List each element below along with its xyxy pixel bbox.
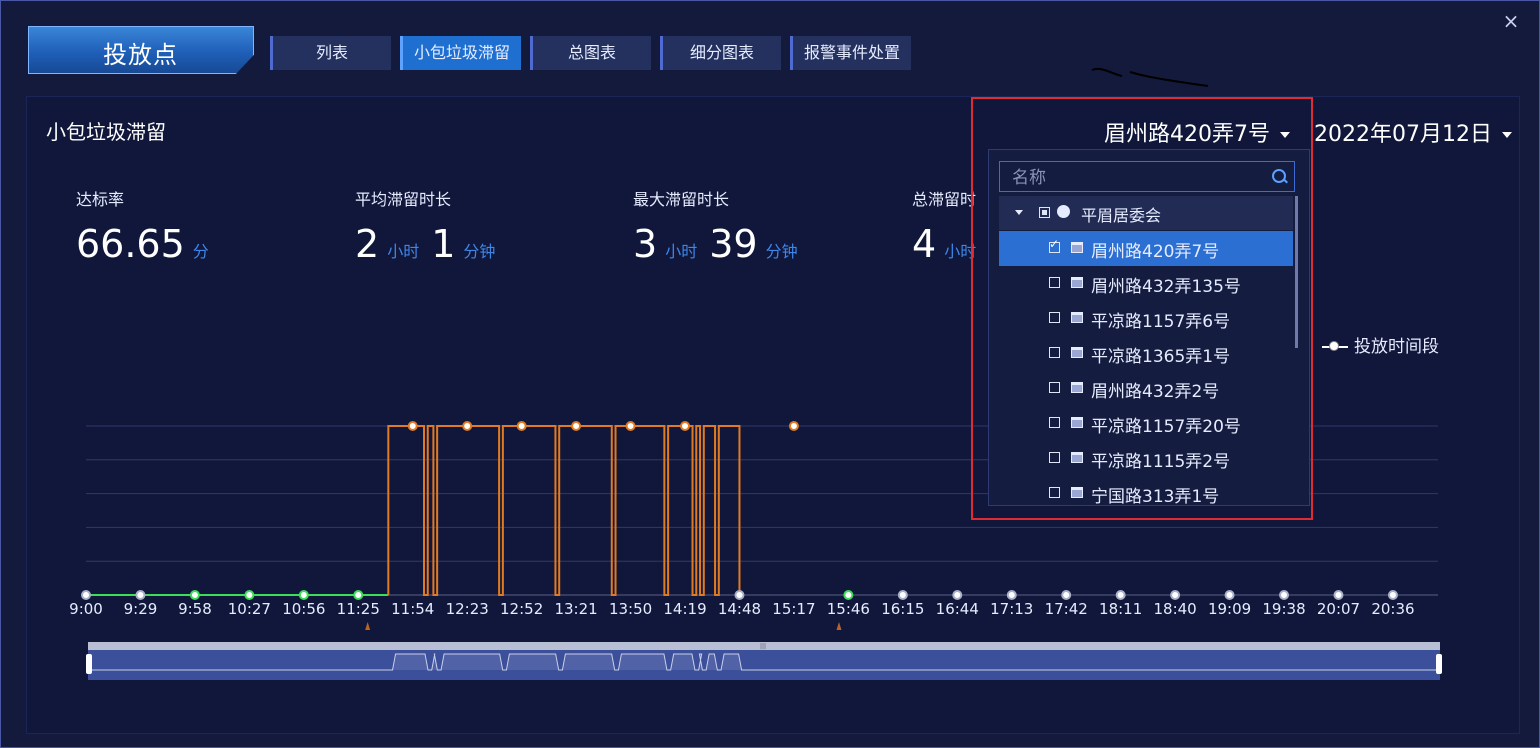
- tab-small-garbage-retention[interactable]: 小包垃圾滞留: [400, 36, 521, 70]
- x-tick-label: 11:54: [391, 600, 434, 618]
- stat-unit: 小时: [665, 242, 698, 261]
- time-marker: [836, 622, 842, 630]
- tab-detail-chart[interactable]: 细分图表: [660, 36, 781, 70]
- high-point: [680, 421, 691, 431]
- tab-alarm-handling[interactable]: 报警事件处置: [790, 36, 911, 70]
- window-title-tab: 投放点: [28, 26, 254, 74]
- x-tick-label: 9:58: [178, 600, 212, 618]
- stat-number: 3: [633, 222, 658, 266]
- baseline-point: [843, 590, 854, 600]
- baseline-point: [1115, 590, 1126, 600]
- chevron-down-icon: [1501, 132, 1512, 138]
- time-marker: [365, 622, 371, 630]
- high-point: [462, 421, 473, 431]
- highlight-box: [971, 97, 1313, 520]
- legend-label: 投放时间段: [1354, 337, 1439, 357]
- stat-number: 1: [431, 222, 456, 266]
- x-tick-label: 13:50: [609, 600, 652, 618]
- stat-label-compliance: 达标率: [76, 190, 125, 209]
- x-tick-label: 17:13: [990, 600, 1033, 618]
- high-point: [788, 421, 799, 431]
- preview-line: [92, 653, 1436, 671]
- baseline-point: [353, 590, 364, 600]
- x-tick-label: 14:19: [663, 600, 706, 618]
- x-tick-label: 9:00: [69, 600, 103, 618]
- stat-number: 2: [355, 222, 380, 266]
- x-tick-label: 15:17: [772, 600, 815, 618]
- x-tick-label: 18:11: [1099, 600, 1142, 618]
- x-tick-label: 9:29: [124, 600, 158, 618]
- x-tick-label: 15:46: [827, 600, 870, 618]
- stat-label-total-retention: 总滞留时: [912, 190, 977, 209]
- legend-line-icon: [1322, 341, 1348, 351]
- high-point: [571, 421, 582, 431]
- x-tick-label: 13:21: [554, 600, 597, 618]
- zoom-preview: [92, 653, 1436, 671]
- x-tick-label: 19:09: [1208, 600, 1251, 618]
- date-select-value: 2022年07月12日: [1314, 122, 1492, 147]
- stat-unit: 分钟: [765, 242, 798, 261]
- x-tick-label: 18:40: [1153, 600, 1196, 618]
- date-select[interactable]: 2022年07月12日: [1314, 116, 1512, 148]
- x-tick-label: 16:44: [936, 600, 979, 618]
- baseline-point: [298, 590, 309, 600]
- baseline-point: [1387, 590, 1398, 600]
- x-tick-label: 16:15: [881, 600, 924, 618]
- high-point: [625, 421, 636, 431]
- zoom-handle-right[interactable]: [1436, 654, 1442, 674]
- stat-unit: 分钟: [463, 242, 496, 261]
- stat-number: 66.65: [76, 222, 185, 266]
- stat-unit: 小时: [387, 242, 420, 261]
- zoom-handle-left[interactable]: [86, 654, 92, 674]
- x-tick-label: 20:07: [1317, 600, 1360, 618]
- baseline-point: [135, 590, 146, 600]
- x-tick-label: 12:52: [500, 600, 543, 618]
- baseline-point: [1061, 590, 1072, 600]
- baseline-point: [81, 590, 91, 600]
- stat-number: 39: [709, 222, 758, 266]
- chart-legend[interactable]: 投放时间段: [1322, 332, 1439, 357]
- baseline-point: [952, 590, 963, 600]
- panel-title: 小包垃圾滞留: [46, 120, 166, 144]
- zoom-slider[interactable]: |||: [86, 642, 1442, 680]
- x-tick-label: 14:48: [718, 600, 761, 618]
- baseline-point: [897, 590, 908, 600]
- baseline-point: [1170, 590, 1181, 600]
- stat-value-avg-retention: 2 小时 1 分钟: [355, 222, 507, 266]
- tab-list[interactable]: 列表: [270, 36, 391, 70]
- x-tick-label: 12:23: [446, 600, 489, 618]
- stat-label-avg-retention: 平均滞留时长: [355, 190, 452, 209]
- stat-unit: 分: [192, 242, 209, 261]
- baseline-point: [1333, 590, 1344, 600]
- baseline-point: [1006, 590, 1017, 600]
- tab-total-chart[interactable]: 总图表: [530, 36, 651, 70]
- stat-value-max-retention: 3 小时 39 分钟: [633, 222, 810, 266]
- x-tick-label: 17:42: [1045, 600, 1088, 618]
- stat-value-compliance: 66.65 分: [76, 222, 221, 266]
- close-icon[interactable]: ×: [1500, 10, 1522, 32]
- high-point: [407, 421, 418, 431]
- x-tick-label: 10:27: [228, 600, 271, 618]
- baseline-point: [1224, 590, 1235, 600]
- stat-label-max-retention: 最大滞留时长: [633, 190, 730, 209]
- x-tick-label: 11:25: [337, 600, 380, 618]
- baseline-point: [734, 590, 745, 600]
- x-tick-label: 20:36: [1371, 600, 1414, 618]
- baseline-point: [244, 590, 255, 600]
- baseline-point: [1279, 590, 1290, 600]
- high-point: [516, 421, 527, 431]
- x-tick-label: 10:56: [282, 600, 325, 618]
- window-title: 投放点: [103, 41, 178, 69]
- x-tick-label: 19:38: [1262, 600, 1305, 618]
- baseline-point: [189, 590, 200, 600]
- series-line: [387, 425, 741, 596]
- scribble-mark: [1091, 67, 1209, 87]
- stat-number: 4: [912, 222, 937, 266]
